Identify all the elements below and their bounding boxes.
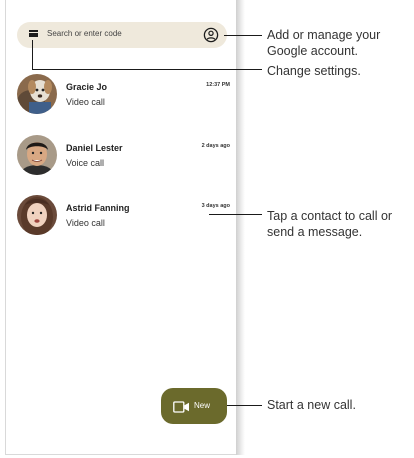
account-callout: Add or manage your Google account. — [267, 27, 380, 59]
search-input[interactable]: Search or enter code — [47, 29, 122, 38]
new-call-label: New — [194, 401, 211, 410]
new-call-button[interactable]: New — [161, 388, 227, 424]
contact-callout-line2: send a message. — [267, 225, 363, 239]
new-call-callout-line — [227, 405, 262, 406]
contact-avatar — [17, 135, 57, 175]
contact-name: Gracie Jo — [66, 82, 108, 92]
account-callout-line — [224, 35, 262, 36]
call-type: Video call — [66, 97, 105, 107]
contact-callout-line1: Tap a contact to call or — [267, 209, 393, 223]
settings-callout-line-vertical — [32, 40, 33, 69]
call-type: Voice call — [66, 158, 105, 168]
contact-avatar — [17, 74, 57, 114]
help-illustration: Search or enter code Gracie Jo Video cal… — [0, 0, 414, 458]
contact-name: Daniel Lester — [66, 143, 123, 153]
contact-avatar — [17, 195, 57, 235]
call-time: 12:37 PM — [206, 82, 230, 88]
contact-callout: Tap a contact to call or send a message. — [267, 208, 392, 240]
new-call-callout: Start a new call. — [267, 398, 356, 412]
contact-row[interactable]: Gracie Jo Video call 12:37 PM — [10, 74, 232, 118]
video-camera-icon — [173, 400, 190, 413]
contact-name: Astrid Fanning — [66, 203, 130, 213]
account-callout-line1: Add or manage your — [267, 28, 381, 42]
call-type: Video call — [66, 218, 105, 228]
settings-callout: Change settings. — [267, 64, 361, 78]
call-time: 3 days ago — [201, 203, 230, 209]
search-bar[interactable]: Search or enter code — [17, 22, 227, 48]
contact-row[interactable]: Astrid Fanning Video call 3 days ago — [10, 195, 232, 239]
menu-icon[interactable] — [29, 30, 38, 39]
account-circle-icon[interactable] — [203, 27, 219, 43]
settings-callout-line — [32, 69, 262, 70]
call-time: 2 days ago — [201, 143, 230, 149]
contact-row[interactable]: Daniel Lester Voice call 2 days ago — [10, 135, 232, 179]
account-callout-line2: Google account. — [267, 44, 359, 58]
contact-callout-line — [209, 214, 262, 215]
